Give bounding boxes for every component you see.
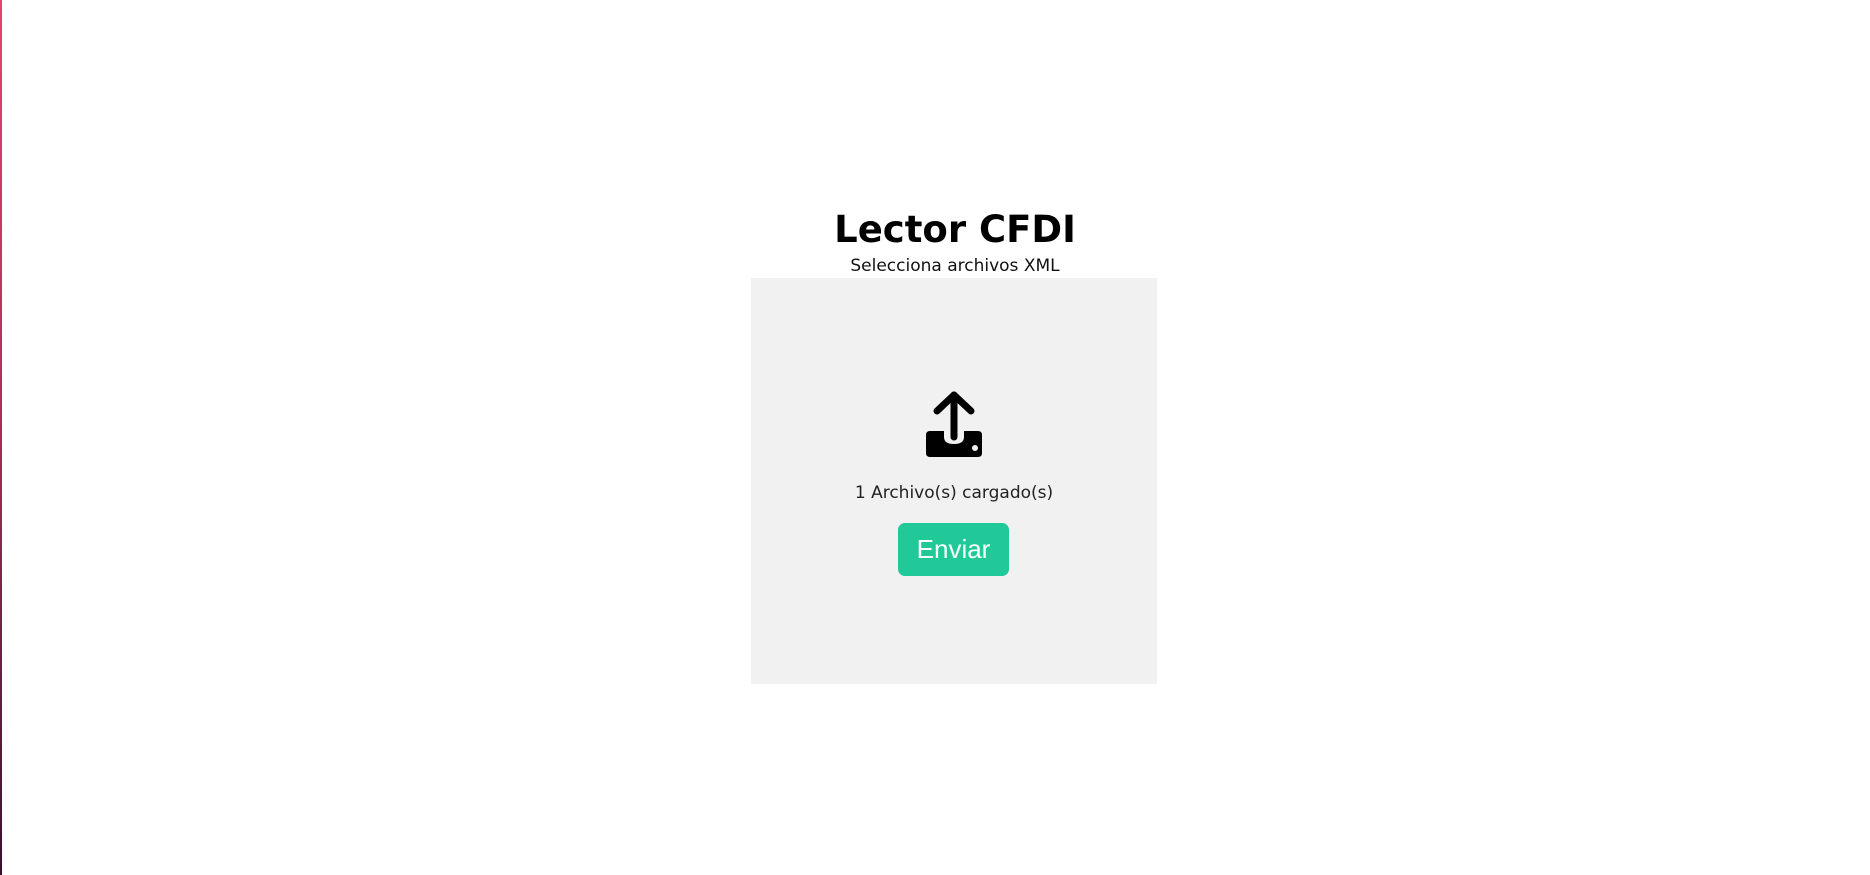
page-subtitle: Selecciona archivos XML [850, 256, 1060, 276]
left-edge-accent [0, 0, 2, 875]
file-dropzone[interactable]: 1 Archivo(s) cargado(s) Enviar [751, 278, 1157, 684]
upload-status-text: 1 Archivo(s) cargado(s) [854, 483, 1054, 503]
page: Lector CFDI Selecciona archivos XML 1 Ar… [0, 0, 1870, 875]
send-button[interactable]: Enviar [898, 523, 1009, 576]
upload-icon [926, 391, 982, 457]
page-title: Lector CFDI [834, 208, 1076, 251]
